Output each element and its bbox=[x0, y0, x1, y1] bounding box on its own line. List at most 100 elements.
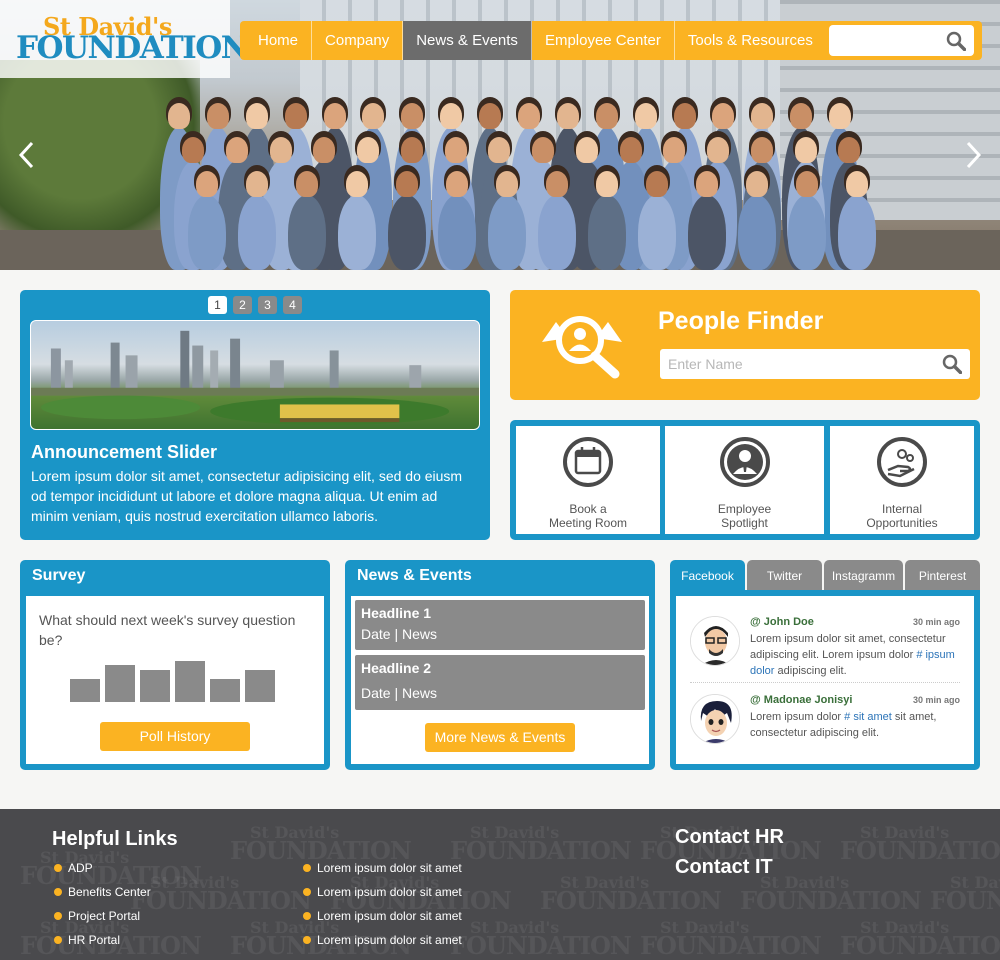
hero-person-head bbox=[707, 137, 729, 163]
logo-line2: FOUNDATION bbox=[16, 30, 249, 66]
nav-tools-resources[interactable]: Tools & Resources bbox=[675, 21, 826, 60]
hero-person-head bbox=[646, 171, 668, 197]
hero-person-head bbox=[444, 137, 467, 163]
hero-person-head bbox=[796, 171, 818, 197]
footer-watermark-logo: St David'sFOUNDATION bbox=[930, 873, 1000, 915]
search-icon[interactable] bbox=[946, 31, 966, 51]
hero-person-head bbox=[182, 137, 204, 163]
pager-page-2[interactable]: 2 bbox=[233, 296, 252, 314]
footer-watermark-logo: St David'sFOUNDATION bbox=[840, 918, 1000, 960]
contact-it-link[interactable]: Contact IT bbox=[675, 856, 773, 879]
hero-person bbox=[388, 195, 426, 270]
tab-twitter[interactable]: Twitter bbox=[747, 560, 822, 590]
news-item[interactable]: Headline 1 Date | News bbox=[355, 600, 645, 650]
people-search-icon bbox=[542, 316, 622, 379]
hero-person-head bbox=[532, 137, 554, 163]
footer-link[interactable]: Lorem ipsum dolor sit amet bbox=[301, 883, 462, 907]
chevron-left-icon[interactable] bbox=[16, 140, 38, 170]
survey-question: What should next week's survey question … bbox=[39, 612, 296, 648]
people-finder-input[interactable] bbox=[660, 349, 930, 379]
hero-person-head bbox=[206, 103, 229, 129]
footer-watermark-logo: St David'sFOUNDATION bbox=[450, 918, 632, 960]
hero-person-head bbox=[794, 137, 817, 163]
footer-link-project-portal[interactable]: Project Portal bbox=[52, 907, 151, 931]
survey-bar bbox=[210, 679, 240, 702]
post-user[interactable]: @ John Doe bbox=[750, 616, 814, 628]
hashtag-link[interactable]: # sit amet bbox=[844, 711, 892, 723]
survey-body: What should next week's survey question … bbox=[26, 596, 324, 764]
news-headline: Headline 1 bbox=[361, 605, 432, 621]
footer-watermark-logo: St David'sFOUNDATION bbox=[640, 918, 822, 960]
nav-employee-center[interactable]: Employee Center bbox=[532, 21, 675, 60]
tab-instagram[interactable]: Instagramm bbox=[824, 560, 903, 590]
social-post: @ John Doe 30 min ago Lorem ipsum dolor … bbox=[690, 616, 960, 677]
hero-person-head bbox=[246, 171, 268, 197]
footer-link[interactable]: Lorem ipsum dolor sit amet bbox=[301, 859, 462, 883]
nav-news-events[interactable]: News & Events bbox=[403, 21, 532, 60]
post-time: 30 min ago bbox=[912, 617, 960, 627]
social-feed: @ John Doe 30 min ago Lorem ipsum dolor … bbox=[676, 596, 974, 764]
news-title: News & Events bbox=[357, 567, 472, 584]
tile-internal-opportunities[interactable]: Internal Opportunities bbox=[830, 426, 974, 534]
footer-link-benefits[interactable]: Benefits Center bbox=[52, 883, 151, 907]
tile-employee-spotlight[interactable]: Employee Spotlight bbox=[665, 426, 824, 534]
pager-page-1[interactable]: 1 bbox=[208, 296, 227, 314]
nav-home[interactable]: Home bbox=[240, 21, 313, 60]
calendar-icon bbox=[563, 437, 613, 487]
tile-book-meeting-room-label: Book a Meeting Room bbox=[548, 502, 628, 530]
helpful-links-col2: Lorem ipsum dolor sit amet Lorem ipsum d… bbox=[301, 859, 462, 955]
hero-person bbox=[588, 195, 626, 270]
news-meta: Date | News bbox=[361, 685, 437, 701]
site-logo[interactable]: St David's FOUNDATION bbox=[0, 0, 249, 78]
post-user[interactable]: @ Madonae Jonisyi bbox=[750, 694, 852, 706]
hero-person bbox=[338, 195, 376, 270]
survey-bar bbox=[140, 670, 170, 702]
hero-group-photo bbox=[150, 95, 876, 270]
hero-person-head bbox=[838, 137, 861, 163]
hero-person-head bbox=[634, 103, 657, 129]
hero-person bbox=[288, 195, 326, 270]
more-news-button[interactable]: More News & Events bbox=[425, 723, 575, 752]
hero-person-head bbox=[245, 103, 268, 129]
nav-company[interactable]: Company bbox=[312, 21, 404, 60]
hero-person-head bbox=[496, 171, 518, 197]
hero-person-head bbox=[357, 137, 379, 163]
post-time: 30 min ago bbox=[912, 695, 960, 705]
hero-person-head bbox=[225, 137, 248, 163]
footer-watermark-logo: St David'sFOUNDATION bbox=[840, 823, 1000, 865]
pager-page-3[interactable]: 3 bbox=[258, 296, 277, 314]
contact-hr-link[interactable]: Contact HR bbox=[675, 826, 784, 849]
announcement-title: Announcement Slider bbox=[31, 442, 218, 462]
site-search-input[interactable] bbox=[829, 25, 939, 56]
chevron-right-icon[interactable] bbox=[962, 140, 984, 170]
news-body: Headline 1 Date | News Headline 2 Date |… bbox=[351, 596, 649, 764]
news-meta: Date | News bbox=[361, 626, 437, 642]
helpful-links-col1: ADP Benefits Center Project Portal HR Po… bbox=[52, 859, 151, 955]
search-icon[interactable] bbox=[942, 354, 962, 374]
news-item[interactable]: Headline 2 Date | News bbox=[355, 655, 645, 710]
footer-link[interactable]: Lorem ipsum dolor sit amet bbox=[301, 931, 462, 955]
footer-link[interactable]: Lorem ipsum dolor sit amet bbox=[301, 907, 462, 931]
hero-person bbox=[238, 195, 276, 270]
hero-person-head bbox=[575, 137, 598, 163]
survey-bar bbox=[245, 670, 275, 702]
hero-person-head bbox=[846, 171, 868, 197]
survey-results-chart bbox=[70, 652, 280, 702]
announcement-text: Lorem ipsum dolor sit amet, consectetur … bbox=[31, 468, 463, 524]
tile-book-meeting-room[interactable]: Book a Meeting Room bbox=[516, 426, 660, 534]
hero-person-head bbox=[746, 171, 768, 197]
avatar bbox=[690, 616, 740, 666]
tab-facebook[interactable]: Facebook bbox=[670, 560, 745, 590]
site-search bbox=[829, 25, 974, 56]
tab-pinterest[interactable]: Pinterest bbox=[905, 560, 980, 590]
poll-history-button[interactable]: Poll History bbox=[100, 722, 250, 751]
footer-link-adp[interactable]: ADP bbox=[52, 859, 151, 883]
hero-person-head bbox=[269, 137, 292, 163]
hero-person-head bbox=[751, 103, 774, 129]
people-finder-title: People Finder bbox=[658, 307, 824, 335]
pager-page-4[interactable]: 4 bbox=[283, 296, 302, 314]
hero-person-head bbox=[673, 103, 696, 129]
announcement-image[interactable] bbox=[30, 320, 480, 430]
hero-person-head bbox=[400, 137, 423, 163]
footer-link-hr-portal[interactable]: HR Portal bbox=[52, 931, 151, 955]
